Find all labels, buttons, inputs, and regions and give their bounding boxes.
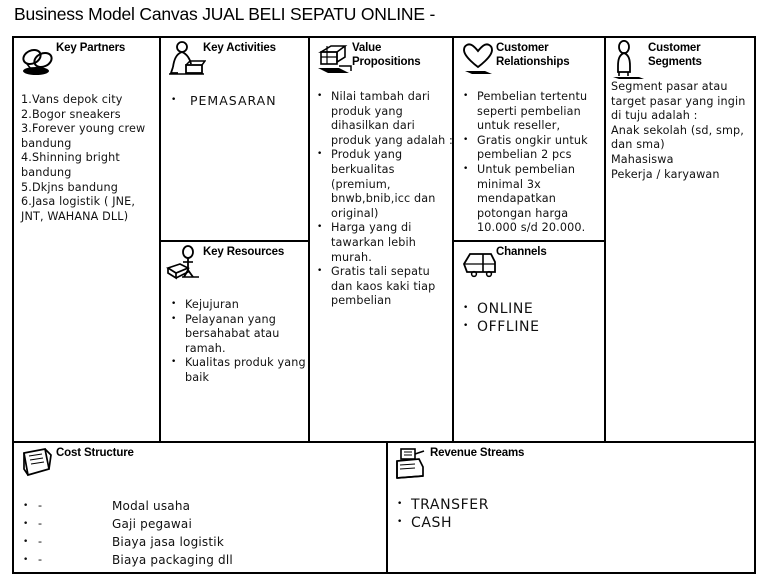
handshake-rings-icon	[19, 40, 59, 82]
list-item: Gratis ongkir untuk pembelian 2 pcs	[460, 133, 604, 163]
list-item: Mahasiswa	[611, 152, 674, 166]
list-item: CASH	[394, 513, 750, 532]
block-title-revenue-streams: Revenue Streams	[430, 447, 525, 459]
list-item: • - Modal usaha	[20, 499, 380, 517]
block-content-value-propositions: Nilai tambah dari produk yang dihasilkan…	[314, 89, 452, 309]
cost-item-label: Modal usaha	[112, 499, 191, 513]
block-key-partners: Key Partners 1.Vans depok city 2.Bogor s…	[14, 38, 161, 443]
block-title-key-partners: Key Partners	[56, 42, 126, 54]
list-item: Pembelian tertentu seperti pembelian unt…	[460, 89, 604, 134]
value-propositions-list: Nilai tambah dari produk yang dihasilkan…	[314, 89, 452, 309]
block-title-channels: Channels	[496, 246, 547, 258]
bullet-icon: •	[23, 501, 29, 511]
list-item: target pasar yang ingin	[611, 94, 746, 108]
list-item: 2.Bogor sneakers	[21, 107, 121, 121]
gift-package-icon	[315, 40, 355, 82]
bullet-icon: •	[23, 537, 29, 547]
list-item: PEMASARAN	[168, 91, 308, 110]
list-item: Produk yang berkualitas (premium, bnwb,b…	[314, 147, 452, 221]
cash-register-icon	[393, 445, 433, 487]
list-item: dan sma)	[611, 138, 665, 152]
bullet-icon: •	[23, 555, 29, 565]
heart-icon	[459, 40, 499, 82]
business-model-canvas-page: Business Model Canvas JUAL BELI SEPATU O…	[0, 0, 768, 576]
list-item: • - Gaji pegawai	[20, 517, 380, 535]
block-content-customer-segments: Segment pasar atau target pasar yang ing…	[611, 80, 754, 182]
list-item: OFFLINE	[460, 317, 604, 336]
block-header-value-propositions: Value Propositions	[310, 38, 452, 84]
block-header-key-partners: Key Partners	[14, 38, 159, 84]
cost-item-label: Biaya jasa logistik	[112, 535, 224, 549]
block-content-channels: ONLINE OFFLINE	[460, 299, 604, 336]
bullet-icon: •	[23, 519, 29, 529]
list-item: 4.Shinning bright bandung	[21, 151, 120, 179]
block-title-cost-structure: Cost Structure	[56, 447, 134, 459]
block-cost-structure: Cost Structure • - Modal usaha • - Gaji …	[14, 443, 388, 572]
block-revenue-streams: Revenue Streams TRANSFER CASH	[388, 443, 754, 572]
dash-marker: -	[38, 499, 43, 512]
key-activities-list: PEMASARAN	[168, 91, 308, 110]
block-value-propositions: Value Propositions Nilai tambah dari pro…	[310, 38, 454, 443]
list-item: 1.Vans depok city	[21, 93, 123, 106]
revenue-streams-list: TRANSFER CASH	[394, 495, 750, 532]
block-content-revenue-streams: TRANSFER CASH	[394, 495, 750, 532]
block-content-key-resources: Kejujuran Pelayanan yang bersahabat atau…	[168, 297, 308, 386]
list-item: Kualitas produk yang baik	[168, 355, 308, 385]
block-header-key-activities: Key Activities	[161, 38, 308, 84]
block-content-key-partners: 1.Vans depok city 2.Bogor sneakers 3.For…	[21, 93, 159, 224]
block-title-customer-relationships: Customer Relationships	[496, 42, 570, 68]
block-header-cost-structure: Cost Structure	[14, 443, 386, 489]
list-item: TRANSFER	[394, 495, 750, 514]
block-header-customer-relationships: Customer Relationships	[454, 38, 604, 84]
block-customer-relationships: Customer Relationships Pembelian tertent…	[454, 38, 606, 242]
list-item: Segment pasar atau	[611, 80, 728, 93]
page-title: Business Model Canvas JUAL BELI SEPATU O…	[14, 4, 436, 24]
list-item: Pekerja / karyawan	[611, 167, 720, 181]
person-pushing-block-icon	[166, 40, 206, 82]
block-header-revenue-streams: Revenue Streams	[388, 443, 754, 489]
block-title-key-activities: Key Activities	[203, 42, 276, 54]
cost-item-label: Gaji pegawai	[112, 517, 193, 531]
block-title-value-propositions: Value Propositions	[352, 42, 421, 68]
block-channels: Channels ONLINE OFFLINE	[454, 242, 606, 443]
list-item: Harga yang di tawarkan lebih murah.	[314, 220, 452, 265]
list-item: di tuju adalah :	[611, 109, 698, 123]
block-title-customer-segments: Customer Segments	[648, 42, 702, 68]
list-item: Gratis tali sepatu dan kaos kaki tiap pe…	[314, 264, 452, 309]
block-header-key-resources: Key Resources	[161, 242, 308, 288]
standing-person-icon	[611, 40, 651, 82]
paper-stack-icon	[19, 445, 59, 487]
list-item: Nilai tambah dari produk yang dihasilkan…	[314, 89, 452, 148]
cost-item-label: Biaya packaging dll	[112, 553, 233, 567]
block-key-resources: Key Resources Kejujuran Pelayanan yang b…	[161, 242, 310, 443]
customer-relationships-list: Pembelian tertentu seperti pembelian unt…	[460, 89, 604, 236]
block-content-customer-relationships: Pembelian tertentu seperti pembelian unt…	[460, 89, 604, 236]
block-content-cost-structure: • - Modal usaha • - Gaji pegawai • - Bia…	[20, 499, 380, 571]
person-with-crate-icon	[166, 244, 206, 286]
dash-marker: -	[38, 535, 43, 548]
list-item: Kejujuran	[168, 297, 308, 313]
list-item: 6.Jasa logistik ( JNE, JNT, WAHANA DLL)	[21, 195, 136, 223]
delivery-truck-icon	[459, 244, 499, 286]
block-key-activities: Key Activities PEMASARAN	[161, 38, 310, 242]
channels-list: ONLINE OFFLINE	[460, 299, 604, 336]
dash-marker: -	[38, 517, 43, 530]
list-item: 3.Forever young crew bandung	[21, 122, 146, 150]
list-item: Pelayanan yang bersahabat atau ramah.	[168, 312, 308, 357]
list-item: 5.Dkjns bandung	[21, 180, 119, 194]
key-resources-list: Kejujuran Pelayanan yang bersahabat atau…	[168, 297, 308, 386]
block-header-channels: Channels	[454, 242, 604, 288]
list-item: • - Biaya jasa logistik	[20, 535, 380, 553]
canvas-grid: Key Partners 1.Vans depok city 2.Bogor s…	[12, 36, 756, 574]
dash-marker: -	[38, 553, 43, 566]
block-content-key-activities: PEMASARAN	[168, 91, 308, 110]
list-item: Anak sekolah (sd, smp,	[611, 123, 744, 137]
block-title-key-resources: Key Resources	[203, 246, 285, 258]
block-customer-segments: Customer Segments Segment pasar atau tar…	[606, 38, 754, 443]
block-header-customer-segments: Customer Segments	[606, 38, 754, 84]
list-item: • - Biaya packaging dll	[20, 553, 380, 571]
list-item: Untuk pembelian minimal 3x mendapatkan p…	[460, 162, 604, 236]
list-item: ONLINE	[460, 299, 604, 318]
